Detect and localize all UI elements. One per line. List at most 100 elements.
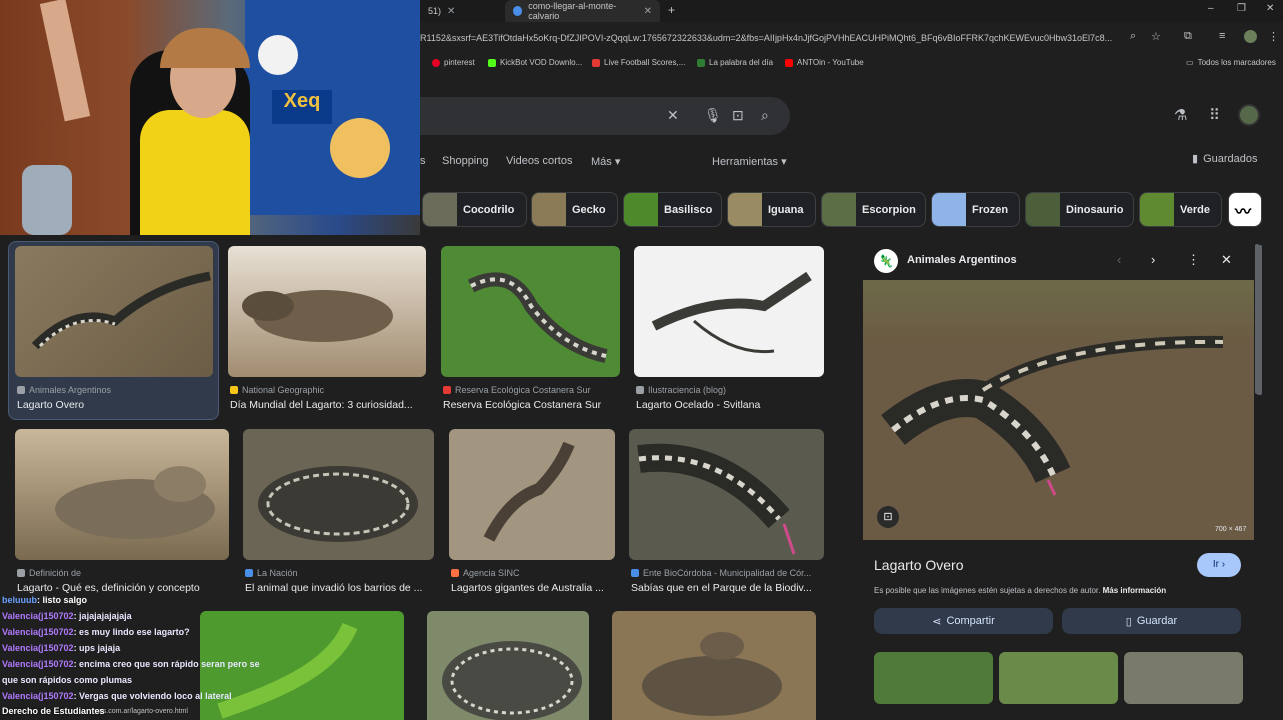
browser-tab[interactable]: 51) ✕ xyxy=(420,0,500,22)
bookmark-icon: ▯ xyxy=(1125,615,1132,628)
account-avatar[interactable] xyxy=(1238,104,1260,126)
minimize-button[interactable]: – xyxy=(1208,3,1214,14)
search-icon[interactable]: ⌕ xyxy=(761,107,769,124)
lens-icon[interactable]: ⊡ xyxy=(732,107,744,124)
preview-image[interactable]: ⊡ 700 × 467 xyxy=(863,280,1254,540)
chip-basilisco[interactable]: Basilisco xyxy=(623,192,722,227)
close-panel-icon[interactable]: ✕ xyxy=(1221,252,1232,268)
panel-source[interactable]: Animales Argentinos xyxy=(907,254,1017,266)
image-result[interactable]: National Geographic Día Mundial del Laga… xyxy=(228,246,428,416)
chat-user: Valencia(j150702 xyxy=(2,627,74,637)
bookmark-star-icon[interactable]: ☆ xyxy=(1151,30,1161,43)
close-tab-icon[interactable]: ✕ xyxy=(447,6,455,17)
maximize-button[interactable]: ❐ xyxy=(1237,3,1246,14)
related-image[interactable] xyxy=(1124,652,1243,704)
close-tab-icon[interactable]: ✕ xyxy=(644,6,652,17)
tab-more[interactable]: Más ▾ xyxy=(591,155,620,168)
image-result[interactable]: La Nación El animal que invadió los barr… xyxy=(243,429,435,599)
result-title[interactable]: Reserva Ecológica Costanera Sur xyxy=(443,399,621,411)
tools-button[interactable]: Herramientas ▾ xyxy=(712,155,787,168)
result-thumbnail xyxy=(449,429,615,560)
image-preview-panel: 🦎 Animales Argentinos ‹ › ⋮ ✕ ⊡ 700 × 46… xyxy=(862,240,1262,720)
image-result[interactable] xyxy=(612,611,816,720)
share-button[interactable]: ⋖ Compartir xyxy=(874,608,1053,634)
image-result[interactable]: Agencia SINC Lagartos gigantes de Austra… xyxy=(449,429,616,599)
image-result[interactable]: Ente BioCórdoba - Municipalidad de Cór..… xyxy=(629,429,826,599)
all-bookmarks[interactable]: ▭ Todos los marcadores xyxy=(1186,58,1276,67)
shirt-logo: Xeq xyxy=(272,90,332,124)
bookmark-item[interactable]: KickBot VOD Downlo... xyxy=(488,58,582,67)
result-title[interactable]: Sabías que en el Parque de la Biodiv... xyxy=(631,582,826,594)
related-image[interactable] xyxy=(874,652,993,704)
microphone-icon[interactable]: 🎙︎ xyxy=(704,107,722,124)
chip-cocodrilo[interactable]: Cocodrilo xyxy=(422,192,527,227)
chip-dinosaurio[interactable]: Dinosaurio xyxy=(1025,192,1134,227)
image-result[interactable] xyxy=(427,611,589,720)
source-label: Animales Argentinos xyxy=(29,385,112,395)
chip-label: Dinosaurio xyxy=(1066,203,1124,216)
result-title[interactable]: Lagartos gigantes de Australia ... xyxy=(451,582,617,594)
chip-iguana[interactable]: Iguana xyxy=(727,192,816,227)
bookmark-item[interactable]: ANTOin - YouTube xyxy=(785,58,864,67)
prev-image-icon[interactable]: ‹ xyxy=(1117,252,1121,267)
chip-escorpion[interactable]: Escorpion xyxy=(821,192,926,227)
lizard-silhouette-icon: 〰 xyxy=(1235,203,1252,221)
webcam-overlay: Xeq xyxy=(0,0,420,235)
result-title[interactable]: Lagarto Ocelado - Svitlana xyxy=(636,399,826,411)
menu-icon[interactable]: ⋮ xyxy=(1268,30,1279,43)
next-image-icon[interactable]: › xyxy=(1151,252,1155,267)
result-title[interactable]: Día Mundial del Lagarto: 3 curiosidad... xyxy=(230,399,426,411)
new-tab-button[interactable]: + xyxy=(668,3,675,17)
lizard-image xyxy=(31,271,211,350)
apps-grid-icon[interactable]: ⠿ xyxy=(1209,106,1220,124)
clear-search-icon[interactable]: ✕ xyxy=(667,107,679,124)
close-window-button[interactable]: ✕ xyxy=(1266,3,1274,14)
chip-thumbnail xyxy=(423,193,457,226)
chip-frozen[interactable]: Frozen xyxy=(931,192,1020,227)
source-label: Agencia SINC xyxy=(463,568,520,578)
lens-search-icon[interactable]: ⊡ xyxy=(877,506,899,528)
reading-list-icon[interactable]: ≡ xyxy=(1219,30,1225,42)
tab-short-videos[interactable]: Videos cortos xyxy=(506,155,572,167)
chip-gecko[interactable]: Gecko xyxy=(531,192,618,227)
more-info-link[interactable]: Más información xyxy=(1103,586,1167,595)
panel-title[interactable]: Lagarto Overo xyxy=(874,557,964,573)
chip-verde[interactable]: Verde xyxy=(1139,192,1222,227)
chip-thumbnail xyxy=(1026,193,1060,226)
saved-label: Guardados xyxy=(1203,152,1258,165)
related-image[interactable] xyxy=(999,652,1118,704)
browser-tab-active[interactable]: como-llegar-al-monte-calvario ✕ xyxy=(505,0,660,22)
chip-next[interactable]: 〰 xyxy=(1228,192,1262,227)
bookmark-item[interactable]: La palabra del día xyxy=(697,58,773,67)
tab-images[interactable]: s xyxy=(420,155,426,167)
chat-text: : ups jajaja xyxy=(73,643,121,653)
labs-flask-icon[interactable]: ⚗ xyxy=(1174,106,1187,124)
saved-button[interactable]: ▮ Guardados xyxy=(1192,152,1258,166)
bookmark-item[interactable]: pinterest xyxy=(432,58,475,67)
image-result[interactable]: Definición de Lagarto - Qué es, definici… xyxy=(15,429,230,599)
zoom-icon[interactable]: ⌕ xyxy=(1130,30,1136,43)
image-result[interactable]: Reserva Ecológica Costanera Sur Reserva … xyxy=(441,246,621,416)
result-thumbnail xyxy=(441,246,620,377)
image-result[interactable]: Animales Argentinos Lagarto Overo xyxy=(15,246,215,416)
tegu-image xyxy=(258,466,418,542)
result-source: Ilustraciencia (blog) xyxy=(636,385,726,395)
result-source: Definición de xyxy=(17,568,81,578)
extensions-icon[interactable]: ⧉ xyxy=(1184,30,1192,43)
chat-text: : encima creo que son rápido seran pero … xyxy=(73,659,260,669)
image-result[interactable]: Ilustraciencia (blog) Lagarto Ocelado - … xyxy=(634,246,826,416)
result-title[interactable]: Lagarto Overo xyxy=(17,399,213,411)
profile-avatar[interactable] xyxy=(1244,30,1257,43)
image-size: 700 × 467 xyxy=(1215,526,1247,533)
bookmark-item[interactable]: Live Football Scores,... xyxy=(592,58,685,67)
visit-button[interactable]: Ir › xyxy=(1197,553,1241,577)
chat-user: Valencia(j150702 xyxy=(2,659,74,669)
lizard-sand-image xyxy=(483,441,575,542)
address-bar[interactable]: R1152&sxsrf=AE3TifOtdaHx5oKrq-DfZJIPOVI-… xyxy=(420,26,1140,50)
save-button[interactable]: ▯ Guardar xyxy=(1062,608,1241,634)
more-options-icon[interactable]: ⋮ xyxy=(1187,252,1200,268)
page-scrollbar[interactable] xyxy=(1257,245,1262,395)
source-label: National Geographic xyxy=(242,385,325,395)
chip-label: Gecko xyxy=(572,203,606,216)
tab-shopping[interactable]: Shopping xyxy=(442,155,489,167)
